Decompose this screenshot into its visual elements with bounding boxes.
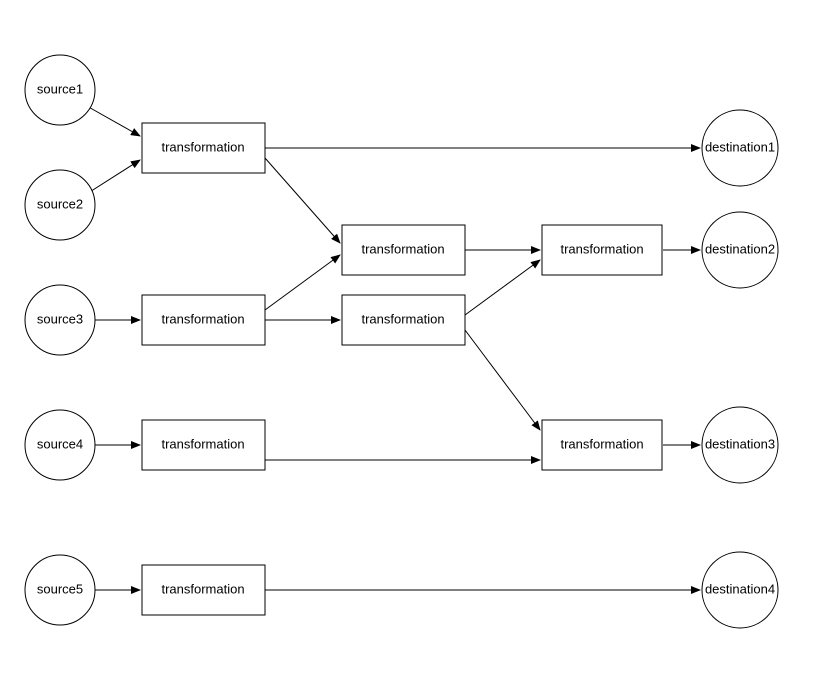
node-source2: source2: [25, 170, 95, 240]
label-transform-6: transformation: [560, 241, 643, 256]
label-destination2: destination2: [705, 241, 775, 256]
node-destination2: destination2: [702, 212, 778, 288]
node-transform-4: transformation: [342, 295, 465, 345]
edge-source1-t1: [85, 105, 140, 136]
node-transform-2: transformation: [142, 295, 265, 345]
node-destination1: destination1: [702, 110, 778, 186]
node-transform-6: transformation: [542, 225, 662, 275]
label-transform-5: transformation: [161, 436, 244, 451]
label-transform-7: transformation: [560, 436, 643, 451]
label-source5: source5: [37, 581, 83, 596]
edge-source2-t1: [85, 160, 140, 195]
node-source4: source4: [25, 410, 95, 480]
label-destination4: destination4: [705, 581, 775, 596]
label-source1: source1: [37, 81, 83, 96]
edge-t4-t6: [465, 260, 540, 315]
node-source3: source3: [25, 285, 95, 355]
edge-t2-t3: [265, 255, 340, 310]
node-destination3: destination3: [702, 407, 778, 483]
label-source3: source3: [37, 311, 83, 326]
dag-diagram: source1 source2 source3 source4 source5 …: [0, 0, 815, 690]
label-transform-2: transformation: [161, 311, 244, 326]
label-destination1: destination1: [705, 139, 775, 154]
node-source1: source1: [25, 55, 95, 125]
node-transform-5: transformation: [142, 420, 265, 470]
label-transform-4: transformation: [361, 311, 444, 326]
edge-t1-t3: [265, 158, 340, 243]
node-transform-3: transformation: [342, 225, 465, 275]
label-source2: source2: [37, 196, 83, 211]
node-transform-7: transformation: [542, 420, 662, 470]
node-source5: source5: [25, 555, 95, 625]
label-source4: source4: [37, 436, 83, 451]
label-transform-3: transformation: [361, 241, 444, 256]
label-transform-8: transformation: [161, 581, 244, 596]
node-transform-8: transformation: [142, 565, 265, 615]
label-transform-1: transformation: [161, 139, 244, 154]
edge-t4-t7: [465, 330, 540, 430]
label-destination3: destination3: [705, 436, 775, 451]
node-transform-1: transformation: [142, 123, 265, 173]
node-destination4: destination4: [702, 552, 778, 628]
